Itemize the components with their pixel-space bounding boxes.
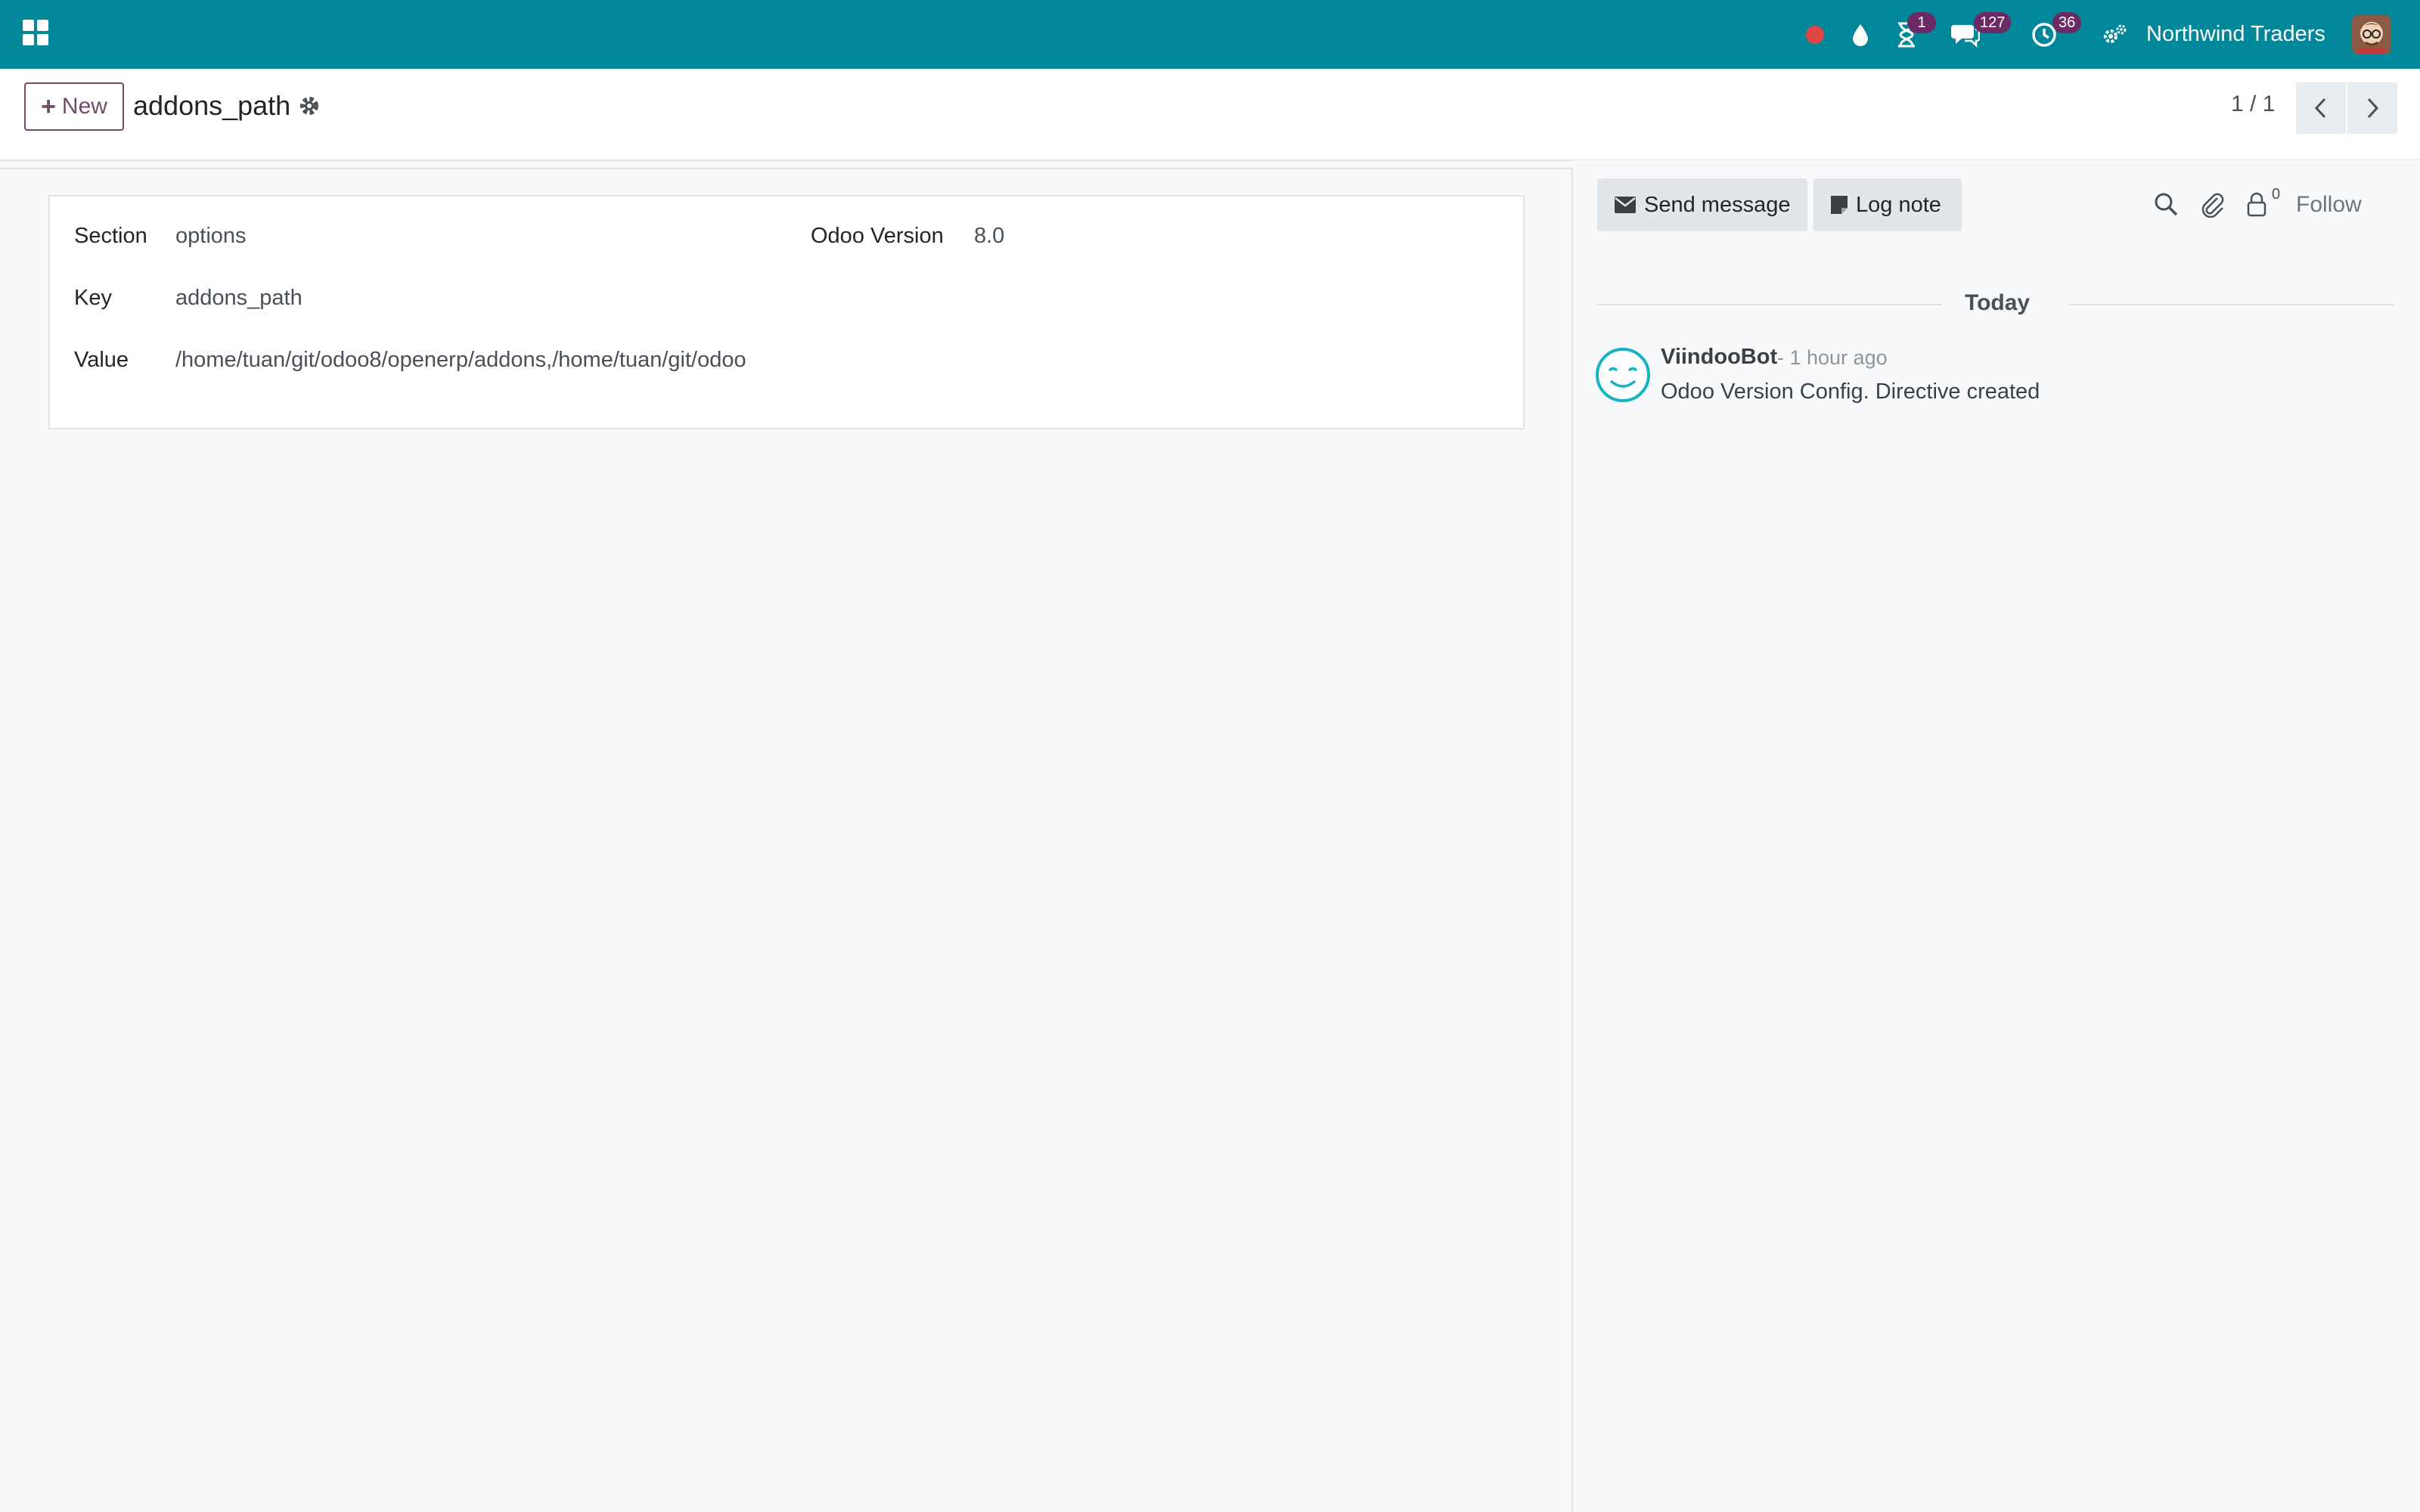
odoo-version-label: Odoo Version [811, 224, 944, 248]
new-button[interactable]: + New [24, 82, 124, 131]
date-separator: Today [1965, 290, 2031, 315]
control-panel: + New addons_path 1 / 1 [0, 69, 2420, 161]
send-message-button[interactable]: Send message [1597, 178, 1807, 231]
user-avatar[interactable] [2352, 15, 2391, 54]
key-field[interactable]: addons_path [175, 286, 302, 311]
drop-button[interactable] [1845, 0, 1876, 69]
gear-icon[interactable] [298, 94, 321, 117]
log-note-button[interactable]: Log note [1813, 178, 1962, 231]
pager-value[interactable]: 1 / 1 [2231, 91, 2275, 117]
key-label: Key [74, 286, 112, 310]
record-title: addons_path [133, 90, 291, 121]
odoo-version-field[interactable]: 8.0 [974, 224, 1004, 249]
pager-previous-button[interactable] [2296, 82, 2346, 134]
date-divider-left [1597, 304, 1942, 305]
status-dot-icon [1806, 25, 1824, 44]
pager-next-button[interactable] [2347, 82, 2397, 134]
message-time: - 1 hour ago [1777, 346, 1888, 369]
bot-avatar-icon[interactable] [1594, 346, 1652, 404]
messages-button[interactable]: 127 [1950, 0, 2012, 69]
value-field[interactable]: /home/tuan/git/odoo8/openerp/addons,/hom… [175, 348, 764, 373]
drop-icon [1853, 23, 1868, 46]
new-button-label: New [61, 94, 107, 119]
messages-badge: 127 [1974, 12, 2012, 33]
timesheet-badge: 36 [2052, 12, 2082, 33]
activity-button[interactable]: 1 [1891, 0, 1936, 69]
apps-grid-icon[interactable] [23, 20, 48, 45]
date-divider-right [2069, 304, 2394, 305]
value-label: Value [74, 348, 129, 372]
form-sheet: Section options Key addons_path Value /h… [48, 195, 1525, 429]
follow-button[interactable]: Follow [2296, 192, 2362, 218]
plus-icon: + [41, 92, 56, 121]
message-body: Odoo Version Config. Directive created [1661, 380, 2040, 404]
settings-button[interactable] [2099, 0, 2130, 69]
section-label: Section [74, 224, 147, 248]
chevron-left-icon [2314, 98, 2326, 119]
settings-icon [2104, 24, 2127, 43]
activity-badge: 1 [1907, 12, 1936, 33]
lock-icon[interactable] [2243, 191, 2270, 218]
envelope-icon [1615, 197, 1636, 213]
top-navbar: 1 127 36 Northwind Traders [0, 0, 2420, 69]
status-indicator[interactable] [1800, 0, 1830, 69]
message-author[interactable]: ViindooBot [1661, 345, 1777, 370]
section-field[interactable]: options [175, 224, 247, 249]
chevron-right-icon [2367, 98, 2379, 119]
log-note-label: Log note [1856, 192, 1941, 217]
follower-count: 0 [2272, 186, 2281, 203]
timesheet-button[interactable]: 36 [2031, 0, 2084, 69]
send-message-label: Send message [1644, 192, 1791, 217]
company-name[interactable]: Northwind Traders [2146, 0, 2325, 69]
form-view: Section options Key addons_path Value /h… [0, 168, 1573, 1512]
paperclip-icon[interactable] [2199, 191, 2226, 218]
note-icon [1831, 196, 1848, 214]
search-icon[interactable] [2152, 191, 2180, 218]
